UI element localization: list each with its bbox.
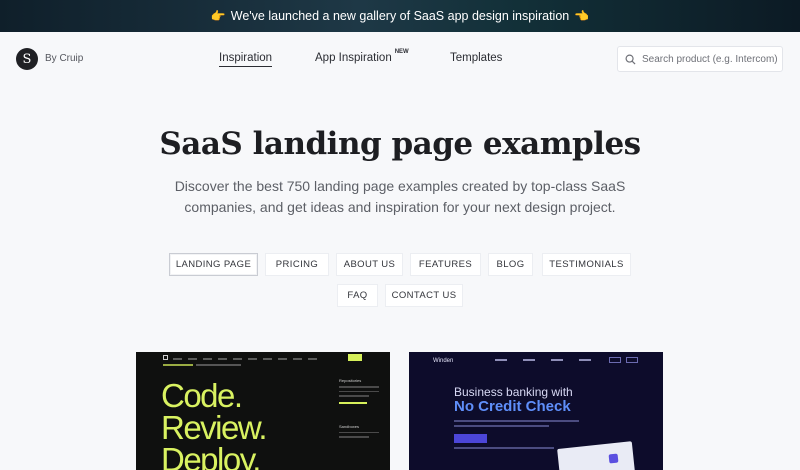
site-header: S By Cruip Inspiration App Inspiration NE…: [0, 32, 800, 86]
filter-pricing[interactable]: PRICING: [265, 253, 329, 276]
card-headline-line: Deploy.: [161, 441, 261, 470]
page-subtitle: Discover the best 750 landing page examp…: [174, 178, 626, 215]
new-badge: NEW: [394, 49, 409, 56]
card-headline: Business banking with: [454, 385, 573, 399]
announcement-text[interactable]: We've launched a new gallery of SaaS app…: [231, 9, 569, 23]
page-title: SaaS landing page examples: [159, 126, 641, 162]
search-box[interactable]: [617, 46, 783, 72]
card-text-line: [454, 420, 579, 422]
card-cta-shape: [454, 434, 487, 443]
card-text-line: [454, 425, 549, 427]
filter-about-us[interactable]: ABOUT US: [336, 253, 403, 276]
card-side-title: Sandboxes: [339, 423, 360, 429]
by-cruip-label[interactable]: By Cruip: [45, 53, 83, 64]
nav-app-inspiration-label: App Inspiration: [315, 52, 392, 64]
nav-inspiration[interactable]: Inspiration: [219, 52, 273, 67]
card-text-line: [454, 447, 554, 449]
search-icon: [625, 54, 636, 65]
card-nav-lines: [495, 359, 591, 361]
nav-templates[interactable]: Templates: [450, 52, 502, 64]
announcement-bar[interactable]: 👉 We've launched a new gallery of SaaS a…: [0, 0, 800, 32]
example-card[interactable]: Code. Review. Deploy. Repositories Sandb…: [136, 352, 390, 470]
pointing-left-icon: 👈: [574, 9, 590, 23]
card-headline-highlight: No Credit Check: [454, 398, 571, 415]
card-cta-shape: [348, 354, 362, 361]
filter-faq[interactable]: FAQ: [337, 284, 378, 307]
card-preview-panel: [557, 441, 636, 470]
filter-blog[interactable]: BLOG: [488, 253, 533, 276]
example-card[interactable]: Winden Business banking with No Credit C…: [409, 352, 663, 470]
card-headline-line: Review.: [161, 409, 268, 446]
nav-inspiration-label: Inspiration: [219, 52, 273, 64]
card-logo-icon: [163, 355, 168, 360]
pointing-right-icon: 👉: [210, 9, 226, 23]
filter-testimonials[interactable]: TESTIMONIALS: [542, 253, 631, 276]
cruip-logo[interactable]: S: [16, 48, 38, 70]
card-headline: Code. Review. Deploy.: [161, 377, 268, 470]
nav-templates-label: Templates: [450, 52, 503, 64]
card-brand: Winden: [433, 358, 454, 364]
filter-features[interactable]: FEATURES: [410, 253, 481, 276]
card-side-title: Repositories: [339, 378, 362, 383]
filter-landing-page[interactable]: LANDING PAGE: [169, 253, 258, 276]
card-preview-icon: [608, 453, 619, 464]
nav-app-inspiration[interactable]: App Inspiration NEW: [315, 49, 409, 64]
card-nav-lines: [173, 356, 317, 360]
card-side-panel: Repositories Sandboxes: [339, 378, 387, 438]
search-input[interactable]: [642, 53, 777, 65]
card-sub-line: [196, 364, 241, 366]
card-headline-line: Code.: [161, 377, 243, 414]
card-nav-buttons: [609, 357, 638, 363]
filter-contact-us[interactable]: CONTACT US: [385, 284, 463, 307]
card-sub-line: [163, 364, 193, 366]
